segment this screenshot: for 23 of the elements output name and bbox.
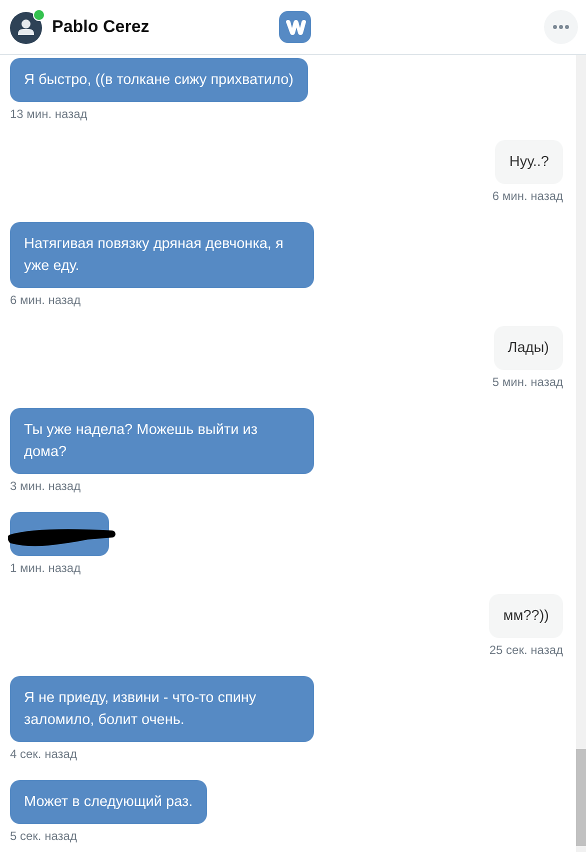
avatar-icon — [10, 10, 44, 44]
message-time: 6 мин. назад — [492, 189, 563, 203]
message-bubble: Лады) — [494, 326, 563, 370]
message-time: 25 сек. назад — [489, 643, 563, 657]
message-bubble: Нуу..? — [495, 140, 563, 184]
more-icon — [552, 24, 570, 30]
message-time: 5 сек. назад — [10, 829, 77, 843]
logo-icon — [278, 11, 310, 43]
message-bubble: мм??)) — [489, 594, 563, 638]
message-time: 1 мин. назад — [10, 561, 81, 575]
message-bubble: Ты уже надела? Можешь выйти из дома? — [10, 408, 314, 474]
scrollbar[interactable] — [576, 55, 586, 852]
contact-name: Pablo Cerez — [52, 17, 150, 37]
message-bubble: Натягивая повязку дряная девчонка, я уже еду. — [10, 222, 314, 288]
message-time: 4 сек. назад — [10, 747, 77, 761]
message-time: 13 мин. назад — [10, 107, 88, 121]
more-button[interactable] — [544, 10, 578, 44]
message-bubble: Может в следующий раз. — [10, 780, 207, 824]
message-time: 6 мин. назад — [10, 293, 81, 307]
message-bubble: Я быстро, ((в толкане сижу прихватило) — [10, 58, 308, 102]
message-time: 5 мин. назад — [492, 375, 563, 389]
message-time: 3 мин. назад — [10, 479, 81, 493]
message-bubble: Я не приеду, извини - что-то спину заломило, болит очень. — [10, 676, 314, 742]
